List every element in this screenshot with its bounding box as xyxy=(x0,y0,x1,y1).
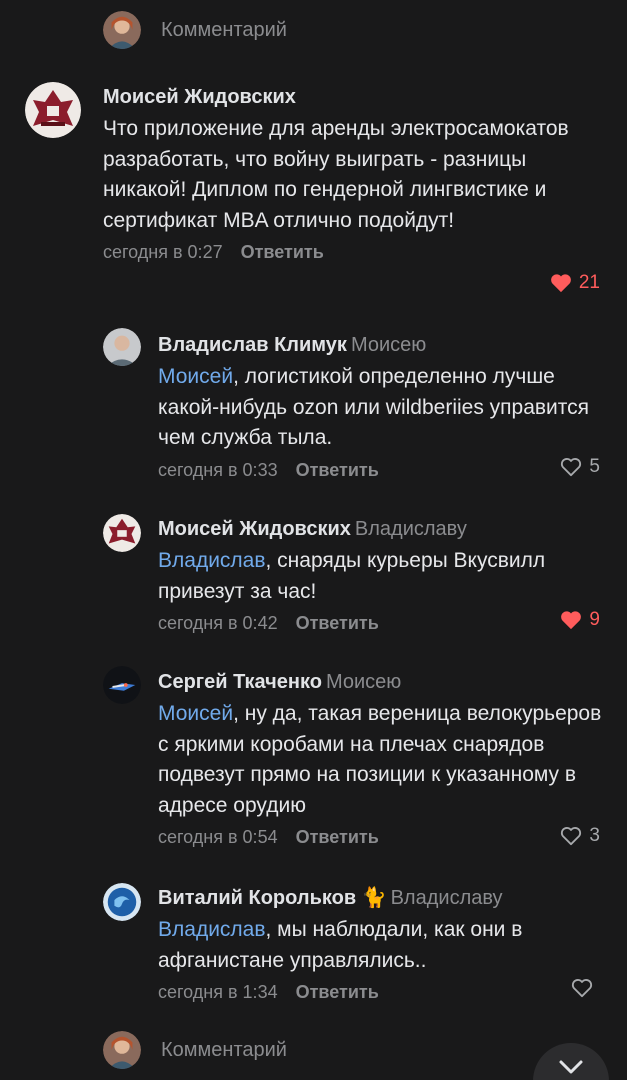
reply-button[interactable]: Ответить xyxy=(296,613,379,633)
comment-author-line: Виталий Корольков 🐈 Владиславу xyxy=(158,885,608,911)
mention-link[interactable]: Моисей xyxy=(158,365,233,388)
author-emoji: 🐈 xyxy=(361,887,387,909)
like-count: 9 xyxy=(589,609,600,630)
comment-text-block: Владислав, мы наблюдали, как они в афган… xyxy=(158,915,608,976)
comment-item: Моисей Жидовских Владиславу Владислав, сн… xyxy=(158,516,608,634)
comment-author[interactable]: Сергей Ткаченко xyxy=(158,671,322,693)
mention-link[interactable]: Владислав xyxy=(158,549,266,572)
comment-author[interactable]: Моисей Жидовских xyxy=(103,84,603,110)
reply-to[interactable]: Владиславу xyxy=(355,518,467,540)
comment-compose-bottom[interactable]: Комментарий xyxy=(103,1030,287,1070)
avatar[interactable] xyxy=(103,514,141,552)
comment-time: сегодня в 0:54 xyxy=(158,827,278,847)
comment-author-line: Сергей Ткаченко Моисею xyxy=(158,669,608,695)
avatar[interactable] xyxy=(103,883,141,921)
like-count: 3 xyxy=(589,825,600,846)
reply-button[interactable]: Ответить xyxy=(296,460,379,480)
comment-text: Что приложение для аренды электросамокат… xyxy=(103,117,569,232)
comment-item: Моисей Жидовских Что приложение для арен… xyxy=(103,84,603,263)
reply-to[interactable]: Моисею xyxy=(351,334,426,356)
heart-filled-icon xyxy=(561,611,582,630)
reply-to[interactable]: Владиславу xyxy=(391,887,503,909)
heart-outline-icon xyxy=(561,458,582,477)
like-button[interactable]: 3 xyxy=(560,825,600,847)
scroll-down-button[interactable] xyxy=(533,1043,609,1080)
comment-author-line: Моисей Жидовских Владиславу xyxy=(158,516,608,542)
reply-to[interactable]: Моисею xyxy=(326,671,401,693)
comment-text-block: Моисей, логистикой определенно лучше как… xyxy=(158,362,608,454)
comment-text-block: Владислав, снаряды курьеры Вкусвилл прив… xyxy=(158,546,608,607)
comment-item: Сергей Ткаченко Моисею Моисей, ну да, так… xyxy=(158,669,608,848)
comment-time: сегодня в 0:27 xyxy=(103,242,223,262)
like-button[interactable]: 5 xyxy=(560,456,600,478)
reply-button[interactable]: Ответить xyxy=(296,982,379,1002)
heart-outline-icon xyxy=(571,979,593,998)
comment-compose-top[interactable]: Комментарий xyxy=(103,10,287,50)
like-button[interactable] xyxy=(571,978,600,998)
comment-item: Владислав Климук Моисею Моисей, логистико… xyxy=(158,332,608,481)
chevron-down-icon xyxy=(559,1060,583,1074)
like-count: 5 xyxy=(589,456,600,477)
comment-meta: сегодня в 0:54 Ответить xyxy=(158,827,608,848)
user-avatar xyxy=(103,11,141,49)
mention-link[interactable]: Владислав xyxy=(158,918,266,941)
comment-item: Виталий Корольков 🐈 Владиславу Владислав,… xyxy=(158,885,608,1003)
comment-meta: сегодня в 0:27 Ответить xyxy=(103,242,603,263)
reply-button[interactable]: Ответить xyxy=(241,242,324,262)
comment-author[interactable]: Владислав Климук xyxy=(158,334,347,356)
user-avatar xyxy=(103,1031,141,1069)
reply-button[interactable]: Ответить xyxy=(296,827,379,847)
like-count: 21 xyxy=(578,272,600,293)
comment-author-line: Владислав Климук Моисею xyxy=(158,332,608,358)
comment-text-block: Моисей, ну да, такая вереница велокурьер… xyxy=(158,699,608,821)
comment-time: сегодня в 0:33 xyxy=(158,459,278,480)
comment-time: сегодня в 0:42 xyxy=(158,613,278,633)
comment-meta: сегодня в 0:42 Ответить xyxy=(158,613,608,634)
comment-meta: сегодня в 1:34 Ответить xyxy=(158,982,608,1003)
avatar[interactable] xyxy=(25,82,81,138)
heart-outline-icon xyxy=(561,827,582,846)
like-button[interactable]: 9 xyxy=(560,609,600,631)
comment-input-placeholder: Комментарий xyxy=(161,18,287,41)
like-button[interactable]: 21 xyxy=(550,272,600,294)
comment-author[interactable]: Моисей Жидовских xyxy=(158,518,351,540)
avatar[interactable] xyxy=(103,666,141,704)
mention-link[interactable]: Моисей xyxy=(158,702,233,725)
avatar[interactable] xyxy=(103,328,141,366)
comment-meta: сегодня в 0:33 Ответить xyxy=(158,460,608,481)
comment-author[interactable]: Виталий Корольков xyxy=(158,887,356,909)
comment-input-placeholder: Комментарий xyxy=(161,1038,287,1061)
comment-time: сегодня в 1:34 xyxy=(158,982,278,1002)
heart-filled-icon xyxy=(550,274,571,293)
